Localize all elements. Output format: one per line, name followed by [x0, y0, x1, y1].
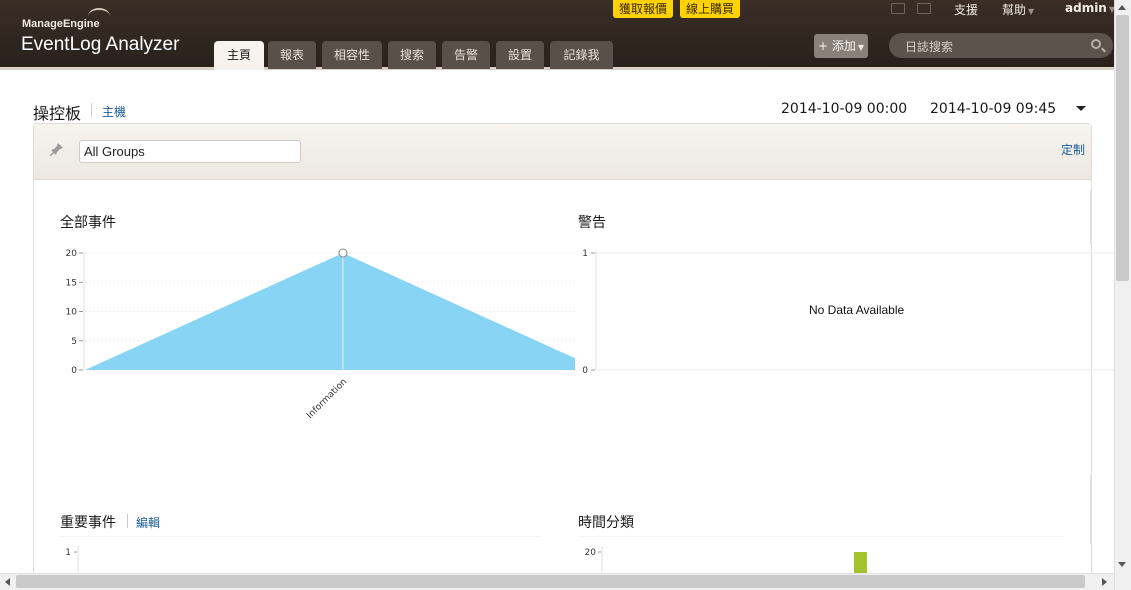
chevron-down-icon: ▼ [1028, 7, 1035, 16]
vertical-scroll-thumb[interactable] [1116, 15, 1129, 281]
widget-title-divider [127, 514, 128, 528]
important-events-chart: 1 [60, 536, 540, 573]
tab-4[interactable]: 告警 [442, 41, 490, 69]
buy-online-button[interactable]: 線上購買 [680, 0, 741, 18]
tab-2[interactable]: 相容性 [322, 41, 382, 69]
y-tick-label: 0 [71, 366, 77, 376]
tab-1[interactable]: 報表 [268, 41, 316, 69]
support-link[interactable]: 支援 [954, 1, 978, 18]
y-tick-label: 20 [66, 249, 78, 259]
tab-5[interactable]: 設置 [496, 41, 544, 69]
y-tick-label: 15 [66, 278, 77, 288]
scroll-right-icon[interactable] [1102, 578, 1107, 586]
widget-title-all-events: 全部事件 [60, 215, 116, 231]
time-distribution-chart: 20 [578, 536, 1063, 573]
widget-title-important-events: 重要事件 [60, 515, 116, 531]
x-tick-label: Information [305, 377, 349, 421]
brand-vendor: ManageEngine [22, 18, 100, 30]
data-point [338, 248, 348, 258]
range-start[interactable]: 2014-10-09 00:00 [781, 101, 907, 117]
customize-link[interactable]: 定制 [1061, 141, 1085, 158]
no-data-message: No Data Available [809, 303, 905, 317]
product-name[interactable]: EventLog Analyzer [21, 34, 179, 56]
range-dropdown-icon[interactable] [1076, 106, 1086, 111]
user-menu[interactable]: admin ▼ [1065, 1, 1115, 15]
edit-important-events-link[interactable]: 編輯 [136, 514, 160, 531]
user-label: admin [1065, 1, 1107, 15]
page-title: 操控板 [33, 104, 82, 123]
host-link[interactable]: 主機 [102, 103, 126, 120]
group-select[interactable]: All Groups [79, 140, 301, 163]
y-tick-label: 1 [65, 548, 71, 558]
y-tick-label: 0 [582, 366, 588, 376]
title-divider [91, 103, 92, 117]
scroll-left-icon[interactable] [5, 578, 10, 586]
help-menu[interactable]: 幫助 ▼ [1002, 1, 1034, 18]
tab-0[interactable]: 主頁 [214, 41, 264, 70]
chevron-down-icon: ▼ [857, 43, 865, 52]
monitor-icon[interactable] [891, 3, 905, 14]
add-label: + 添加 [818, 39, 856, 53]
pin-icon[interactable] [50, 142, 64, 156]
range-end[interactable]: 2014-10-09 09:45 [930, 101, 1056, 117]
y-tick-label: 10 [66, 308, 78, 318]
y-tick-label: 20 [585, 548, 597, 558]
all-events-chart: 0 5 10 15 20 Information [66, 248, 575, 421]
y-tick-label: 5 [71, 337, 77, 347]
widget-title-alerts: 警告 [578, 215, 606, 231]
search-input[interactable]: 日誌搜索 [905, 38, 953, 55]
horizontal-scroll-thumb[interactable] [16, 575, 1085, 588]
screen-icon[interactable] [917, 3, 931, 14]
y-tick-label: 1 [582, 249, 588, 259]
tab-6[interactable]: 記錄我 [550, 41, 613, 69]
get-quote-button[interactable]: 獲取報價 [613, 0, 674, 18]
widget-title-time-distribution: 時間分類 [578, 515, 634, 531]
scroll-down-icon[interactable] [1118, 562, 1126, 567]
scroll-up-icon[interactable] [1118, 5, 1126, 10]
help-label: 幫助 [1002, 3, 1027, 17]
search-icon[interactable] [1091, 39, 1101, 49]
tab-3[interactable]: 搜索 [388, 41, 436, 69]
panel-divider [1090, 474, 1091, 544]
log-search-box[interactable]: 日誌搜索 [889, 33, 1113, 58]
bar [854, 552, 867, 573]
add-button[interactable]: + 添加 ▼ [814, 34, 868, 58]
